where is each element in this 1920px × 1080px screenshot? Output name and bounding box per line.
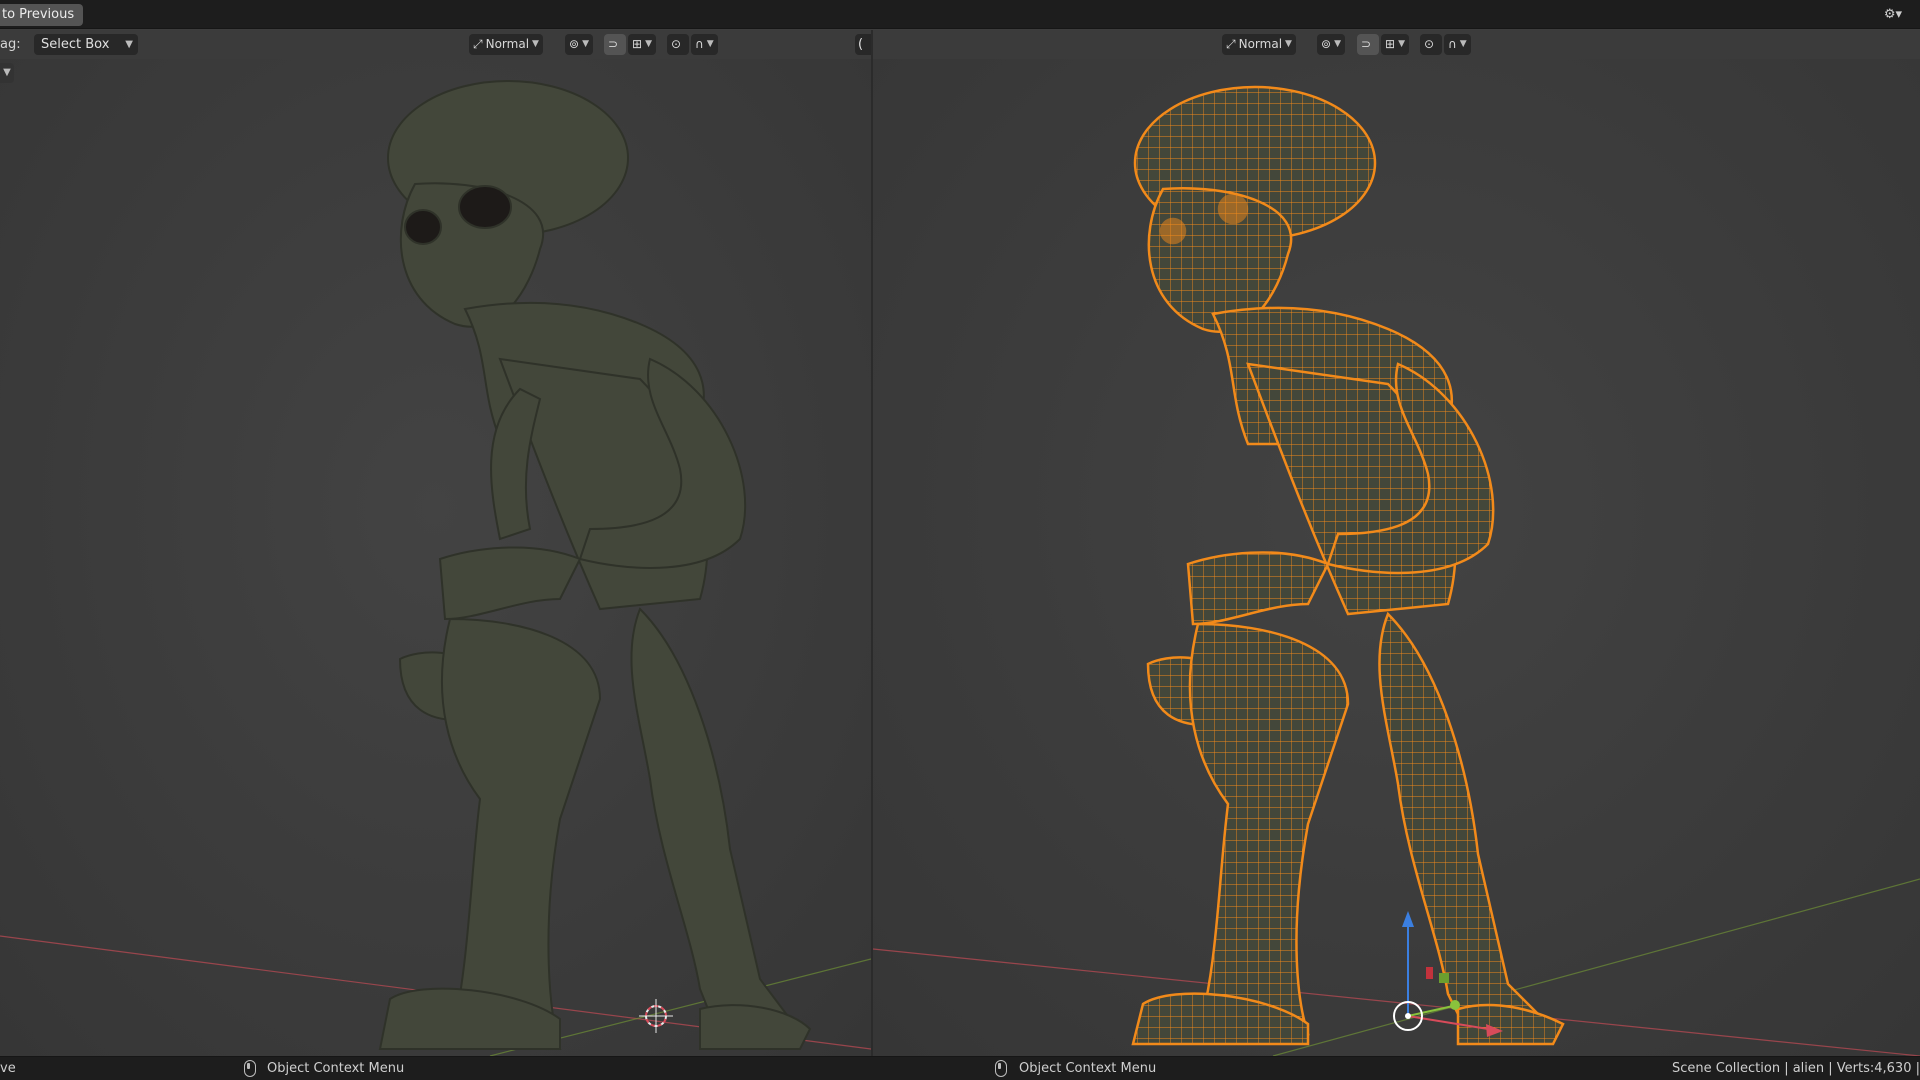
magnet-icon: ⊃: [1361, 37, 1372, 51]
orientation-icon: ⤢: [473, 37, 483, 51]
alien-right-foot: [1456, 1003, 1565, 1046]
pivot-icon: ⊚: [569, 37, 580, 51]
chevron-down-icon: ▼: [1285, 39, 1292, 49]
alien-eye-left: [1159, 217, 1187, 245]
status-bar: ve Object Context Menu Object Context Me…: [0, 1056, 1920, 1080]
pivot-point-dropdown[interactable]: ⊚ ▼: [1317, 34, 1345, 55]
gizmo-y-handle-icon[interactable]: [1450, 1000, 1460, 1010]
left-viewport-header: ag: Select Box ▼ ⤢ Normal ▼ ⊚ ▼ ⊃ ⊞ ▼ ⊙ ∩ ▼…: [0, 30, 891, 59]
pivot-point-dropdown[interactable]: ⊚ ▼: [565, 34, 593, 55]
pivot-group: ⊚ ▼: [1317, 34, 1345, 55]
alien-model-shaded[interactable]: [378, 80, 812, 1050]
chevron-down-icon: ▼: [1459, 39, 1467, 49]
alien-eye-right: [458, 185, 512, 229]
alien-eye-right: [1217, 193, 1249, 225]
alien-right-foot: [699, 1004, 812, 1050]
chevron-down-icon: ▼: [1334, 39, 1341, 49]
gizmo-y-axis[interactable]: [1407, 1005, 1454, 1017]
falloff-curve-icon: ∩: [695, 37, 704, 51]
y-axis-line: [1272, 878, 1920, 1056]
viewport-separator[interactable]: [871, 30, 873, 1056]
orientation-group: ⤢ Normal ▼: [1222, 34, 1296, 55]
alien-model-wireframe-selected[interactable]: [1131, 85, 1565, 1046]
proportional-group: ⊙ ∩ ▼: [1420, 34, 1471, 55]
alien-eye-left: [404, 209, 442, 245]
x-axis-line: [873, 948, 1920, 1056]
chevron-down-icon: ▼: [645, 39, 652, 49]
falloff-dropdown[interactable]: ∩ ▼: [1444, 34, 1471, 55]
snap-target-dropdown[interactable]: ⊞ ▼: [628, 34, 656, 55]
mouse-right-icon: [244, 1060, 256, 1077]
partial-dropdown-label: (: [858, 37, 864, 52]
transform-orientation-dropdown[interactable]: ⤢ Normal ▼: [469, 34, 543, 55]
alien-right-leg: [1378, 611, 1541, 1036]
orientation-label: Normal: [1238, 37, 1283, 51]
alien-left-leg: [1188, 622, 1350, 1036]
chevron-down-icon: ▼: [582, 39, 589, 49]
status-left-partial: ve: [0, 1061, 16, 1076]
pivot-group: ⊚ ▼: [565, 34, 593, 55]
magnet-icon: ⊃: [608, 37, 619, 51]
drag-label: ag:: [0, 37, 21, 52]
proportional-editing-toggle[interactable]: ⊙: [1420, 34, 1442, 55]
snap-group: ⊃ ⊞ ▼: [604, 34, 656, 55]
alien-left-leg: [440, 617, 602, 1050]
falloff-dropdown[interactable]: ∩ ▼: [691, 34, 718, 55]
snap-increment-icon: ⊞: [1385, 37, 1396, 51]
status-context-menu-hint: Object Context Menu: [267, 1061, 405, 1076]
snap-toggle[interactable]: ⊃: [1357, 34, 1379, 55]
3d-cursor-icon[interactable]: [639, 999, 673, 1033]
alien-right-hand: [1186, 551, 1330, 626]
transform-orientation-dropdown[interactable]: ⤢ Normal ▼: [1222, 34, 1296, 55]
gizmo-yz-plane-handle[interactable]: [1439, 973, 1449, 983]
proportional-editing-toggle[interactable]: ⊙: [667, 34, 689, 55]
back-to-previous-button[interactable]: to Previous: [0, 4, 84, 26]
top-bar: to Previous ⚙▾: [0, 0, 1920, 29]
proportional-icon: ⊙: [1424, 37, 1435, 51]
right-viewport-canvas: [873, 85, 1920, 1056]
scene-statistics: Scene Collection | alien | Verts:4,630 |…: [1672, 1061, 1920, 1076]
gizmo-z-arrow-icon[interactable]: [1402, 911, 1414, 927]
chevron-down-icon: ▼: [125, 39, 133, 50]
chevron-down-icon: ▼: [532, 39, 539, 49]
alien-right-leg: [630, 607, 792, 1041]
proportional-group: ⊙ ∩ ▼: [667, 34, 718, 55]
scene-settings-icon[interactable]: ⚙▾: [1878, 5, 1908, 25]
status-context-menu-hint: Object Context Menu: [1019, 1061, 1157, 1076]
gizmo-xz-plane-handle[interactable]: [1426, 967, 1433, 979]
snap-toggle[interactable]: ⊃: [604, 34, 626, 55]
falloff-curve-icon: ∩: [1448, 37, 1457, 51]
right-3d-viewport[interactable]: [873, 59, 1920, 1056]
orientation-label: Normal: [485, 37, 530, 51]
orientation-group: ⤢ Normal ▼: [469, 34, 543, 55]
snap-increment-icon: ⊞: [632, 37, 643, 51]
alien-right-hand: [438, 546, 582, 621]
snap-group: ⊃ ⊞ ▼: [1357, 34, 1409, 55]
right-viewport-header: ⤢ Normal ▼ ⊚ ▼ ⊃ ⊞ ▼ ⊙ ∩ ▼: [872, 30, 1920, 59]
snap-target-dropdown[interactable]: ⊞ ▼: [1381, 34, 1409, 55]
gizmo-center-dot: [1405, 1013, 1411, 1019]
select-box-dropdown[interactable]: Select Box ▼: [34, 34, 138, 55]
left-3d-viewport[interactable]: ▼: [0, 59, 871, 1056]
orientation-icon: ⤢: [1226, 37, 1236, 51]
proportional-icon: ⊙: [671, 37, 682, 51]
select-box-label: Select Box: [41, 37, 110, 52]
chevron-down-icon: ▼: [1398, 39, 1405, 49]
pivot-icon: ⊚: [1321, 37, 1332, 51]
chevron-down-icon: ▼: [706, 39, 714, 49]
left-viewport-canvas: [0, 80, 871, 1056]
mouse-right-icon: [995, 1060, 1007, 1077]
mode-dropdown[interactable]: ▼: [0, 63, 14, 83]
